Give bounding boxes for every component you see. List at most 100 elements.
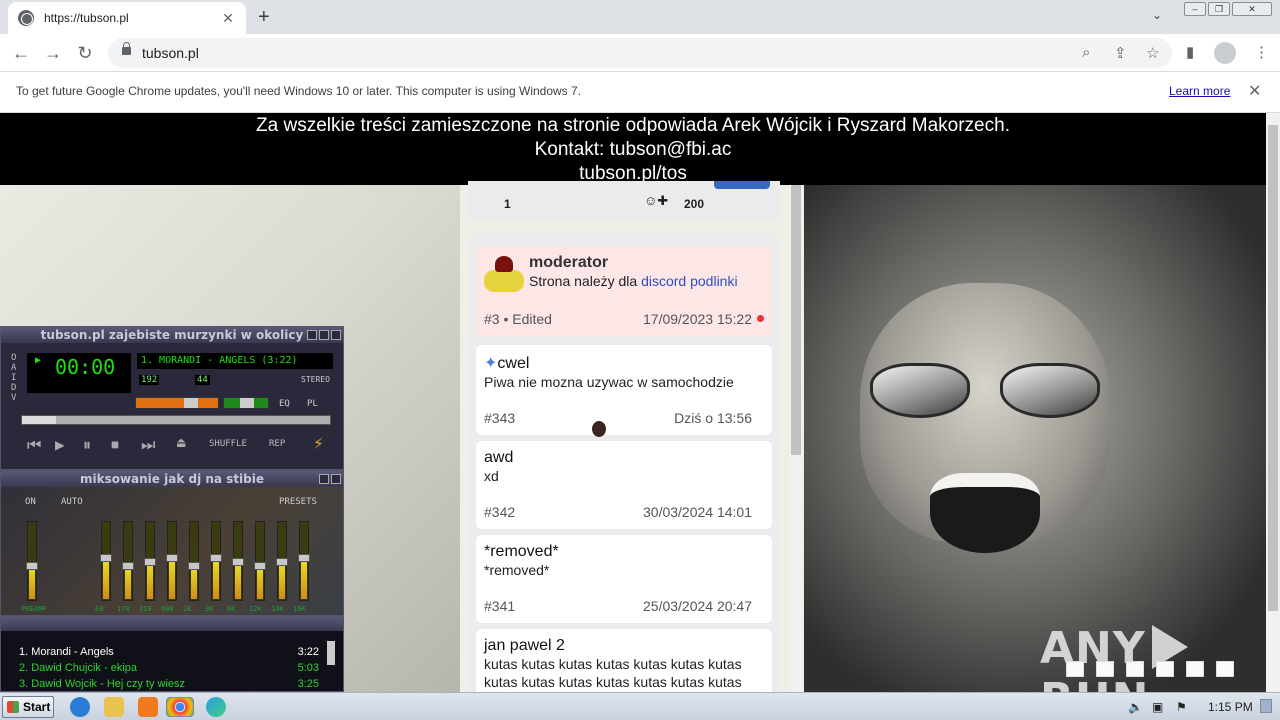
- post-card: jan pawel 2 kutas kutas kutas kutas kuta…: [476, 629, 772, 692]
- sparkle-icon: ✦: [484, 355, 498, 372]
- winamp-oaidv-label: OAIDV: [11, 353, 17, 403]
- volume-slider[interactable]: [135, 397, 219, 409]
- discord-link[interactable]: discord podlinki: [641, 273, 738, 289]
- eq-band-slider[interactable]: [298, 521, 310, 601]
- eq-band-label: 12K: [249, 605, 262, 613]
- forward-arrow-icon[interactable]: →: [42, 42, 64, 64]
- back-arrow-icon[interactable]: ←: [10, 42, 32, 64]
- address-bar[interactable]: tubson.pl ⌕ ⇪ ☆: [108, 38, 1172, 68]
- next-track-icon[interactable]: ⏭: [141, 435, 155, 455]
- playlist-item[interactable]: 2. Dawid Chujcik - ekipa 5:03: [19, 660, 319, 676]
- url-text[interactable]: tubson.pl: [142, 45, 199, 61]
- volume-icon[interactable]: 🔈: [1128, 700, 1143, 714]
- post-author[interactable]: jan pawel 2: [484, 637, 764, 655]
- eq-band-label: 14K: [271, 605, 284, 613]
- post-date: 17/09/2023 15:22: [643, 311, 752, 327]
- chrome-icon[interactable]: [166, 697, 194, 717]
- eq-band-slider[interactable]: [232, 521, 244, 601]
- infobar-close-icon[interactable]: ✕: [1248, 81, 1261, 101]
- windows-taskbar: Start 🔈 ▣ ⚑ 1:15 PM: [0, 692, 1280, 720]
- page-scrollbar[interactable]: [1266, 113, 1280, 692]
- edge-icon[interactable]: [206, 697, 226, 717]
- eject-icon[interactable]: ⏏: [177, 435, 185, 451]
- clock[interactable]: 1:15 PM: [1208, 700, 1253, 714]
- network-icon[interactable]: ▣: [1152, 700, 1163, 714]
- play-icon[interactable]: ▶: [55, 435, 65, 454]
- learn-more-link[interactable]: Learn more: [1169, 84, 1230, 98]
- zoom-icon[interactable]: ⌕: [1082, 44, 1090, 61]
- eq-on-button[interactable]: ON: [25, 497, 36, 507]
- new-tab-button[interactable]: +: [258, 6, 270, 28]
- post-meta: #3 • Edited: [484, 311, 552, 327]
- explorer-folder-icon[interactable]: [104, 697, 124, 717]
- minimize-button[interactable]: –: [1184, 2, 1206, 16]
- playlist-scrollbar[interactable]: [327, 641, 335, 665]
- update-infobar: To get future Google Chrome updates, you…: [0, 72, 1280, 113]
- eq-band-slider[interactable]: [122, 521, 134, 601]
- post-card: moderator Strona należy dla discord podl…: [476, 246, 772, 336]
- post-submit-button[interactable]: [714, 181, 770, 189]
- eq-toggle-button[interactable]: EQ: [279, 399, 290, 409]
- post-body: xd: [484, 468, 499, 484]
- eq-band-slider[interactable]: [144, 521, 156, 601]
- share-icon[interactable]: ⇪: [1114, 44, 1127, 62]
- post-author[interactable]: *removed*: [484, 543, 764, 561]
- reload-icon[interactable]: ↻: [74, 42, 96, 64]
- post-meta: #342: [484, 504, 516, 520]
- broken-image-icon: [1216, 661, 1234, 677]
- playlist-toggle-button[interactable]: PL: [307, 399, 318, 409]
- profile-avatar[interactable]: [1214, 42, 1236, 64]
- eq-presets-button[interactable]: PRESETS: [279, 497, 317, 507]
- winamp-main-window[interactable]: tubson.pl zajebiste murzynki w okolicy ▶…: [0, 326, 344, 470]
- ie-icon[interactable]: [70, 697, 90, 717]
- playlist-item[interactable]: 3. Dawid Wojcik - Hej czy ty wiesz 3:25: [19, 676, 319, 692]
- browser-tab[interactable]: https://tubson.pl ✕: [8, 2, 246, 34]
- post-card: *removed* *removed* #341 25/03/2024 20:4…: [476, 535, 772, 623]
- tab-search-icon[interactable]: ⌄: [1152, 8, 1162, 22]
- winamp-logo-icon[interactable]: ⚡: [313, 433, 324, 454]
- winamp-equalizer-window[interactable]: miksowanie jak dj na stibie ON AUTO PRES…: [0, 470, 344, 616]
- playlist-item[interactable]: 1. Morandi - Angels 3:22: [19, 644, 319, 660]
- side-panel-icon[interactable]: ▮: [1186, 43, 1194, 61]
- pause-icon[interactable]: ⏸: [83, 435, 91, 455]
- balance-slider[interactable]: [223, 397, 269, 409]
- post-author[interactable]: moderator: [529, 254, 764, 272]
- post-author[interactable]: ✦cwel: [484, 353, 764, 373]
- bookmark-star-icon[interactable]: ☆: [1146, 44, 1159, 62]
- equalizer-title-bar[interactable]: miksowanie jak dj na stibie: [1, 471, 343, 487]
- post-author[interactable]: awd: [484, 449, 764, 467]
- action-center-flag-icon[interactable]: ⚑: [1176, 700, 1187, 714]
- post-meta: #341: [484, 598, 516, 614]
- eq-band-label: 1K: [183, 605, 192, 613]
- stop-icon[interactable]: ⏹: [111, 435, 119, 455]
- eq-band-slider[interactable]: [276, 521, 288, 601]
- post-meta: #343: [484, 410, 516, 426]
- eq-band-slider[interactable]: [188, 521, 200, 601]
- previous-track-icon[interactable]: ⏮: [27, 435, 41, 455]
- seek-bar[interactable]: [21, 415, 331, 425]
- eq-band-slider[interactable]: [100, 521, 112, 601]
- show-desktop-button[interactable]: [1260, 699, 1272, 713]
- winamp-title-bar[interactable]: tubson.pl zajebiste murzynki w okolicy: [1, 327, 343, 343]
- broken-image-icon: [1066, 661, 1084, 677]
- media-player-icon[interactable]: [138, 697, 158, 717]
- shuffle-button[interactable]: SHUFFLE: [209, 439, 247, 449]
- eq-band-slider[interactable]: [254, 521, 266, 601]
- repeat-button[interactable]: REP: [269, 439, 285, 449]
- winamp-playlist-window[interactable]: 1. Morandi - Angels 3:22 2. Dawid Chujcik…: [0, 616, 344, 692]
- eq-band-slider[interactable]: [210, 521, 222, 601]
- restore-button[interactable]: ❐: [1208, 2, 1230, 16]
- close-window-button[interactable]: ✕: [1232, 2, 1272, 16]
- anyrun-watermark: ANYRUN: [1040, 623, 1280, 692]
- previous-post-footer: 1 ☺✚ 200: [468, 181, 780, 219]
- playlist-title-bar[interactable]: [1, 617, 343, 631]
- emoji-reaction-icon[interactable]: ☺✚: [644, 193, 668, 209]
- menu-kebab-icon[interactable]: ⋮: [1254, 43, 1269, 61]
- eq-band-slider[interactable]: [26, 521, 38, 601]
- start-button[interactable]: Start: [2, 696, 54, 718]
- lock-icon[interactable]: [122, 42, 131, 55]
- eq-band-slider[interactable]: [166, 521, 178, 601]
- eq-auto-button[interactable]: AUTO: [61, 497, 83, 507]
- feed-scrollbar[interactable]: [790, 185, 802, 692]
- tab-close-button[interactable]: ✕: [220, 10, 236, 27]
